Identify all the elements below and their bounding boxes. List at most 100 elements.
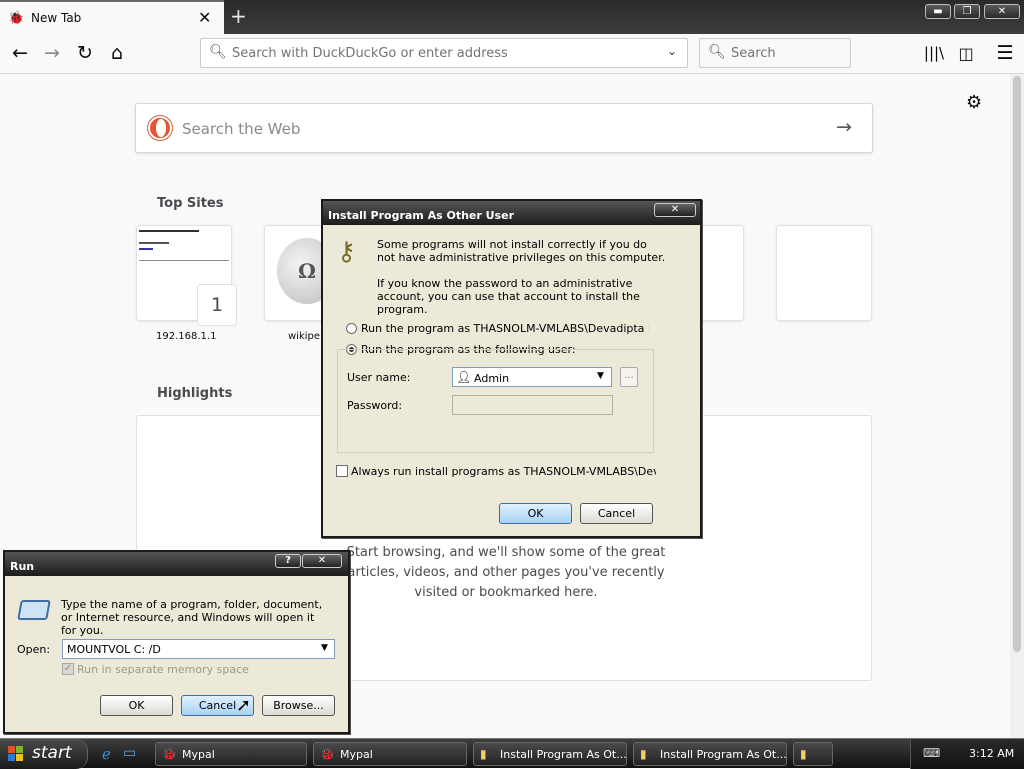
top-site-tile[interactable]: 1 [136,225,237,326]
tab-title: New Tab [31,11,82,25]
mypal-icon: 🐞 [320,747,335,761]
username-value: Admin [474,372,510,385]
show-desktop-icon[interactable]: ▭ [123,745,136,761]
highlights-heading: Highlights [157,386,233,401]
browse-users-button[interactable]: ... [620,367,638,387]
taskbar-item-mypal[interactable]: 🐞 Mypal [155,742,307,766]
dialog-titlebar[interactable]: Run ? ✕ [5,552,348,576]
taskbar-item-folder[interactable]: ▮ [793,742,833,766]
open-label: Open: [17,643,51,656]
dialog-titlebar[interactable]: Install Program As Other User ✕ [323,201,700,225]
site-thumbnail [139,230,229,270]
tab-close-icon[interactable]: ✕ [198,8,211,27]
site-badge: 1 [197,284,237,326]
sidebar-icon[interactable]: ◫ [954,44,978,63]
back-arrow-icon[interactable]: ← [8,42,32,64]
taskbar-item-label: Mypal [182,748,215,761]
help-button[interactable]: ? [275,554,301,568]
close-button[interactable]: ✕ [302,554,342,568]
separate-memory-label: Run in separate memory space [77,663,249,676]
home-icon[interactable]: ⌂ [105,42,129,64]
search-placeholder: Search [731,46,776,61]
taskbar-item-mypal[interactable]: 🐞 Mypal [313,742,467,766]
search-icon: 🔍︎ [708,44,726,60]
site-label: wikipe [288,331,321,342]
radio-run-as-current-label[interactable]: Run the program as THASNOLM-VMLABS\Devad… [361,322,649,335]
clock[interactable]: 3:12 AM [969,747,1014,760]
taskbar-item-install-program[interactable]: ▮ Install Program As Ot... [473,742,627,766]
chevron-down-icon[interactable]: ▼ [597,371,604,381]
tab-strip: 🐞 New Tab ✕ + ▬ ❐ ✕ [0,0,1024,34]
window-close-button[interactable]: ✕ [984,4,1020,19]
folder-icon: ▮ [640,747,647,761]
highlights-empty-text: Start browsing, and we'll show some of t… [346,545,666,600]
run-dialog: Run ? ✕ Type the name of a program, fold… [3,550,350,734]
taskbar: start ℯ ▭ 🐞 Mypal 🐞 Mypal ▮ Install Prog… [0,738,1024,769]
page-scrollbar[interactable] [1010,74,1024,738]
search-bar[interactable]: 🔍︎ Search [699,38,851,68]
cancel-button[interactable]: Cancel [580,503,653,524]
close-button[interactable]: ✕ [654,203,696,217]
top-sites-heading: Top Sites [157,196,224,211]
site-label: 192.168.1.1 [156,331,217,342]
start-button[interactable]: start [0,739,88,769]
browse-button[interactable]: Browse... [262,695,335,716]
address-placeholder: Search with DuckDuckGo or enter address [232,46,508,61]
taskbar-item-label: Install Program As Ot... [660,748,787,761]
system-tray: ⌨ 3:12 AM [910,739,1024,769]
mypal-icon: 🐞 [162,747,177,761]
mypal-favicon-icon: 🐞 [8,11,25,26]
install-program-dialog: Install Program As Other User ✕ ⚷ Some p… [321,199,702,538]
info-message-1: Some programs will not install correctly… [377,238,666,264]
taskbar-item-label: Mypal [340,748,373,761]
folder-icon: ▮ [800,747,807,761]
keys-icon: ⚷ [337,237,357,267]
web-search-box[interactable]: Search the Web → [135,103,873,153]
keyboard-icon[interactable]: ⌨ [923,746,940,760]
info-message-2: If you know the password to an administr… [377,277,640,316]
navigation-toolbar: ← → ↻ ⌂ 🔍︎ Search with DuckDuckGo or ent… [0,34,1024,74]
duckduckgo-logo-icon [148,116,172,140]
dialog-title: Install Program As Other User [328,209,514,222]
open-combobox[interactable]: MOUNTVOL C: /D ▼ [62,639,335,659]
minimize-button[interactable]: ▬ [925,4,951,19]
taskbar-item-label: Install Program As Ot... [500,748,627,761]
ok-button[interactable]: OK [499,503,572,524]
chevron-down-icon[interactable]: ⌄ [667,44,677,58]
always-run-label[interactable]: Always run install programs as THASNOLM-… [351,465,656,478]
ok-button[interactable]: OK [100,695,173,716]
username-label: User name: [347,371,411,384]
web-search-placeholder: Search the Web [182,120,301,138]
taskbar-item-install-program[interactable]: ▮ Install Program As Ot... [633,742,787,766]
mouse-cursor-icon: ➚ [236,695,252,716]
reload-icon[interactable]: ↻ [73,42,97,64]
dialog-title: Run [10,560,35,573]
folder-icon: ▮ [480,747,487,761]
password-input[interactable] [452,395,613,415]
username-dropdown[interactable]: 👤︎ Admin ▼ [452,367,612,387]
gear-icon[interactable]: ⚙ [966,92,982,113]
open-value: MOUNTVOL C: /D [67,643,161,656]
internet-explorer-icon[interactable]: ℯ [102,745,111,763]
top-site-tile[interactable] [776,225,872,321]
new-tab-plus-icon[interactable]: + [230,4,247,28]
search-icon: 🔍︎ [209,44,227,60]
always-run-checkbox[interactable] [336,465,348,477]
separate-memory-checkbox[interactable]: ✓ [62,663,74,675]
run-message: Type the name of a program, folder, docu… [61,598,323,637]
address-bar[interactable]: 🔍︎ Search with DuckDuckGo or enter addre… [200,38,688,68]
run-program-icon [17,600,51,620]
radio-run-as-current[interactable] [346,323,357,334]
password-label: Password: [347,399,403,412]
start-label: start [32,743,72,763]
chevron-down-icon[interactable]: ▼ [321,643,328,653]
windows-flag-icon [8,746,23,761]
scrollbar-thumb[interactable] [1013,76,1021,652]
library-icon[interactable]: |||\ [922,44,946,62]
arrow-right-icon[interactable]: → [836,116,852,138]
hamburger-menu-icon[interactable]: ☰ [993,42,1017,64]
restore-button[interactable]: ❐ [954,4,980,19]
user-icon: 👤︎ [456,370,472,384]
tab-new-tab[interactable]: 🐞 New Tab ✕ [0,0,224,34]
forward-arrow-icon[interactable]: → [40,42,64,64]
